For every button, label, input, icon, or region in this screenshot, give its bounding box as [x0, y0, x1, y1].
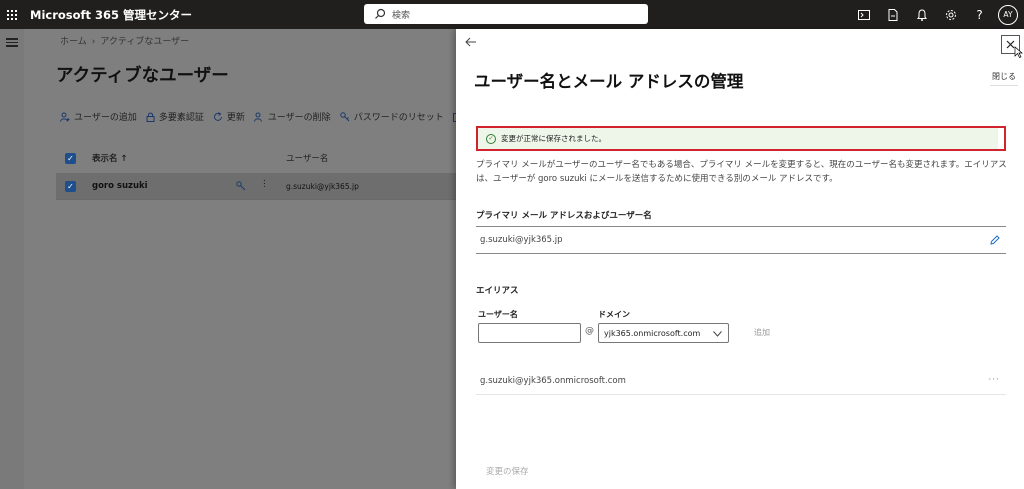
person-remove-icon: [253, 112, 262, 122]
alias-username-label: ユーザー名: [478, 310, 518, 319]
breadcrumb-current: アクティブなユーザー: [100, 37, 190, 47]
row-divider: [56, 199, 456, 200]
help-icon: ?: [976, 7, 983, 22]
row-more-icon[interactable]: ⋮: [260, 179, 269, 189]
add-user-button[interactable]: ユーザーの追加: [60, 110, 137, 123]
column-display-name[interactable]: 表示名 ↑: [92, 152, 128, 164]
close-divider: [990, 85, 1018, 86]
domain-dropdown[interactable]: yjk365.onmicrosoft.com: [598, 323, 729, 343]
terminal-icon: [857, 9, 870, 20]
alias-username-input[interactable]: [478, 323, 581, 343]
add-user-label: ユーザーの追加: [74, 113, 137, 123]
back-arrow-icon[interactable]: [465, 37, 477, 47]
table-header: ✓ 表示名 ↑ ユーザー名: [56, 146, 456, 170]
bell-icon: [916, 8, 927, 21]
refresh-label: 更新: [226, 113, 245, 123]
mouse-cursor-icon: [1014, 46, 1023, 58]
primary-email-value: g.suzuki@yjk365.jp: [480, 235, 563, 245]
top-bar: Microsoft 365 管理センター 検索 ? AY: [0, 0, 1024, 29]
success-banner-body: ✓ 変更が正常に保存されました。: [478, 128, 998, 149]
domain-label: ドメイン: [598, 310, 630, 319]
success-banner: ✓ 変更が正常に保存されました。: [476, 126, 1006, 151]
help-button[interactable]: ?: [965, 0, 994, 29]
app-launcher-button[interactable]: [0, 0, 24, 29]
primary-section-label: プライマリ メール アドレスおよびユーザー名: [476, 211, 652, 221]
waffle-icon: [7, 9, 17, 20]
checkmark-icon: ✓: [486, 133, 496, 144]
avatar[interactable]: AY: [998, 4, 1018, 25]
success-message: 変更が正常に保存されました。: [501, 134, 606, 143]
row-checkbox[interactable]: ✓: [65, 180, 76, 192]
description-text: プライマリ メールがユーザーのユーザー名でもある場合、プライマリ メールを変更す…: [476, 160, 1007, 184]
top-actions: ? AY: [849, 0, 1024, 29]
breadcrumb-separator: ›: [91, 37, 96, 47]
at-sign: @: [585, 326, 594, 336]
command-bar: ユーザーの追加 多要素認証 更新 ユーザーの削除 パスワードのリセット: [60, 110, 475, 123]
breadcrumb: ホーム › アクティブなユーザー: [60, 34, 189, 47]
hamburger-icon[interactable]: [6, 38, 18, 49]
close-label[interactable]: 閉じる: [992, 71, 1016, 82]
key-icon[interactable]: [236, 181, 246, 191]
delete-user-button[interactable]: ユーザーの削除: [253, 110, 331, 123]
search-input[interactable]: 検索: [392, 8, 410, 21]
refresh-button[interactable]: 更新: [213, 110, 245, 123]
panel-title: ユーザー名とメール アドレスの管理: [474, 72, 744, 91]
delete-user-label: ユーザーの削除: [267, 113, 331, 123]
document-icon: [888, 8, 897, 21]
save-changes-button[interactable]: 変更の保存: [486, 465, 529, 477]
page-title: アクティブなユーザー: [56, 66, 229, 86]
alias-email: g.suzuki@yjk365.onmicrosoft.com: [480, 376, 626, 386]
gear-icon: [945, 9, 956, 20]
column-username[interactable]: ユーザー名: [286, 152, 328, 164]
breadcrumb-home[interactable]: ホーム: [60, 37, 87, 47]
alias-list-item: g.suzuki@yjk365.onmicrosoft.com ···: [476, 368, 1006, 395]
reset-password-button[interactable]: パスワードのリセット: [339, 110, 444, 123]
table-row[interactable]: ✓ goro suzuki ⋮ g.suzuki@yjk365.jp: [56, 173, 456, 199]
document-button[interactable]: [878, 0, 907, 29]
edit-pencil-icon[interactable]: [990, 235, 1000, 245]
key-icon: [339, 111, 350, 121]
search-icon: [375, 8, 386, 19]
add-alias-button[interactable]: 追加: [754, 327, 770, 338]
lock-icon: [146, 112, 155, 122]
notifications-button[interactable]: [907, 0, 936, 29]
select-all-checkbox[interactable]: ✓: [65, 152, 76, 164]
more-options-icon[interactable]: ···: [988, 375, 1000, 385]
reset-password-label: パスワードのリセット: [353, 113, 444, 123]
chevron-down-icon: [713, 331, 722, 337]
alias-section-label: エイリアス: [476, 286, 519, 296]
app-title[interactable]: Microsoft 365 管理センター: [30, 7, 192, 23]
mfa-button[interactable]: 多要素認証: [146, 110, 204, 123]
domain-value: yjk365.onmicrosoft.com: [604, 328, 701, 338]
nav-rail: [0, 29, 24, 489]
mfa-label: 多要素認証: [158, 113, 204, 123]
row-display-name[interactable]: goro suzuki: [92, 181, 148, 191]
person-icon: [60, 112, 70, 122]
refresh-icon: [213, 111, 222, 121]
primary-email-field: g.suzuki@yjk365.jp: [476, 226, 1006, 254]
terminal-button[interactable]: [849, 0, 878, 29]
settings-button[interactable]: [936, 0, 965, 29]
row-username: g.suzuki@yjk365.jp: [286, 181, 359, 191]
manage-username-panel: 閉じる ユーザー名とメール アドレスの管理 ✓ 変更が正常に保存されました。 プ…: [456, 29, 1024, 489]
search-box[interactable]: 検索: [364, 4, 648, 24]
